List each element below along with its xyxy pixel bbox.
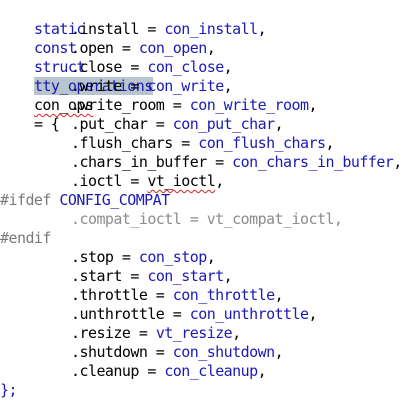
assign-operator: = [130, 324, 156, 342]
comma: , [325, 134, 334, 152]
macro-name: CONFIG_COMPAT [59, 191, 170, 209]
code-line-close: }; [0, 381, 400, 400]
code-line-field: .chars_in_buffer = con_chars_in_buffer, [0, 153, 400, 172]
close-brace: }; [0, 381, 18, 399]
code-line-inactive: .compat_ioctl = vt_compat_ioctl, [0, 210, 400, 229]
field-value: con_flush_chars [198, 134, 326, 152]
assign-operator: = [121, 172, 148, 190]
assign-operator: = [138, 20, 165, 38]
assign-operator: = [113, 248, 139, 266]
assign-operator: = [164, 305, 190, 323]
comma: , [215, 172, 224, 190]
field-value: con_close [147, 58, 224, 76]
comma: , [232, 324, 241, 342]
field-name: .resize [71, 324, 131, 342]
comma: , [274, 343, 284, 361]
code-line-field: .ioctl = vt_ioctl, [0, 172, 400, 191]
code-line-field: .throttle = con_throttle, [0, 286, 400, 305]
code-line-field: .start = con_start, [0, 267, 400, 286]
code-line-field: .open = con_open, [0, 39, 400, 58]
assign-operator: = [147, 343, 173, 361]
field-value: con_cleanup [164, 362, 258, 380]
comma: , [393, 153, 400, 171]
comma: , [308, 305, 317, 323]
code-editor[interactable]: static const struct tty_operations con_o… [0, 0, 400, 401]
field-value: con_unthrottle [189, 305, 309, 323]
comma: , [206, 248, 216, 266]
code-line-ifdef: #ifdef CONFIG_COMPAT [0, 191, 400, 210]
field-value: con_chars_in_buffer [232, 153, 394, 171]
code-line-field: .write_room = con_write_room, [0, 96, 400, 115]
field-value: con_write_room [189, 96, 309, 114]
comma: , [257, 20, 267, 38]
field-value: con_open [138, 39, 207, 57]
assign-operator: = [172, 134, 199, 152]
code-line-field: .write = con_write, [0, 77, 400, 96]
code-line-field: .flush_chars = con_flush_chars, [0, 134, 400, 153]
code-line-endif: #endif [0, 229, 400, 248]
field-value: con_install [164, 20, 258, 38]
assign-operator: = [164, 96, 190, 114]
comma: , [257, 362, 267, 380]
field-name: .write [71, 77, 122, 95]
code-line-field: .put_char = con_put_char, [0, 115, 400, 134]
field-value: con_throttle [172, 286, 275, 304]
field-value: con_start [147, 267, 224, 285]
assign-operator: = [206, 153, 233, 171]
field-name: .cleanup [71, 362, 139, 380]
field-value: con_stop [138, 248, 207, 266]
comma: , [223, 77, 233, 95]
field-value: con_write [147, 77, 224, 95]
field-name: .open [71, 39, 114, 57]
assign-operator: = [121, 267, 148, 285]
comma: , [206, 39, 216, 57]
code-line-field: .resize = vt_resize, [0, 324, 400, 343]
comma: , [274, 286, 284, 304]
field-name: .chars_in_buffer [71, 153, 207, 171]
code-line-field: .close = con_close, [0, 58, 400, 77]
assign-operator: = [121, 58, 148, 76]
code-line-field: .cleanup = con_cleanup, [0, 362, 400, 381]
field-name: .start [71, 267, 122, 285]
code-line-struct-declaration: static const struct tty_operations con_o… [0, 1, 400, 133]
field-name: .install [71, 20, 139, 38]
assign-operator: = [121, 77, 148, 95]
field-name: .close [71, 58, 122, 76]
field-value: con_shutdown [172, 343, 275, 361]
field-name: .ioctl [71, 172, 122, 190]
assign-operator: = [147, 115, 173, 133]
code-line-field: .shutdown = con_shutdown, [0, 343, 400, 362]
field-value[interactable]: vt_ioctl [147, 172, 215, 190]
field-value: con_put_char [172, 115, 275, 133]
comma: , [223, 267, 233, 285]
comma: , [223, 58, 233, 76]
assign-operator: = [138, 362, 165, 380]
code-line-field: .stop = con_stop, [0, 248, 400, 267]
field-name: .throttle [71, 286, 148, 304]
code-line-field: .unthrottle = con_unthrottle, [0, 305, 400, 324]
field-name: .unthrottle [71, 305, 165, 323]
field-name: .shutdown [71, 343, 148, 361]
comma: , [308, 96, 317, 114]
assign-operator: = [113, 39, 139, 57]
inactive-code: .compat_ioctl = vt_compat_ioctl, [71, 210, 343, 228]
preprocessor-endif: #endif [0, 229, 51, 247]
field-name: .put_char [71, 115, 148, 133]
assign-operator: = [147, 286, 173, 304]
code-line-field: .install = con_install, [0, 20, 400, 39]
comma: , [274, 115, 284, 133]
field-name: .write_room [71, 96, 165, 114]
preprocessor-ifdef: #ifdef [0, 191, 51, 209]
field-name: .stop [71, 248, 114, 266]
field-value: vt_resize [155, 324, 233, 342]
field-name: .flush_chars [71, 134, 173, 152]
